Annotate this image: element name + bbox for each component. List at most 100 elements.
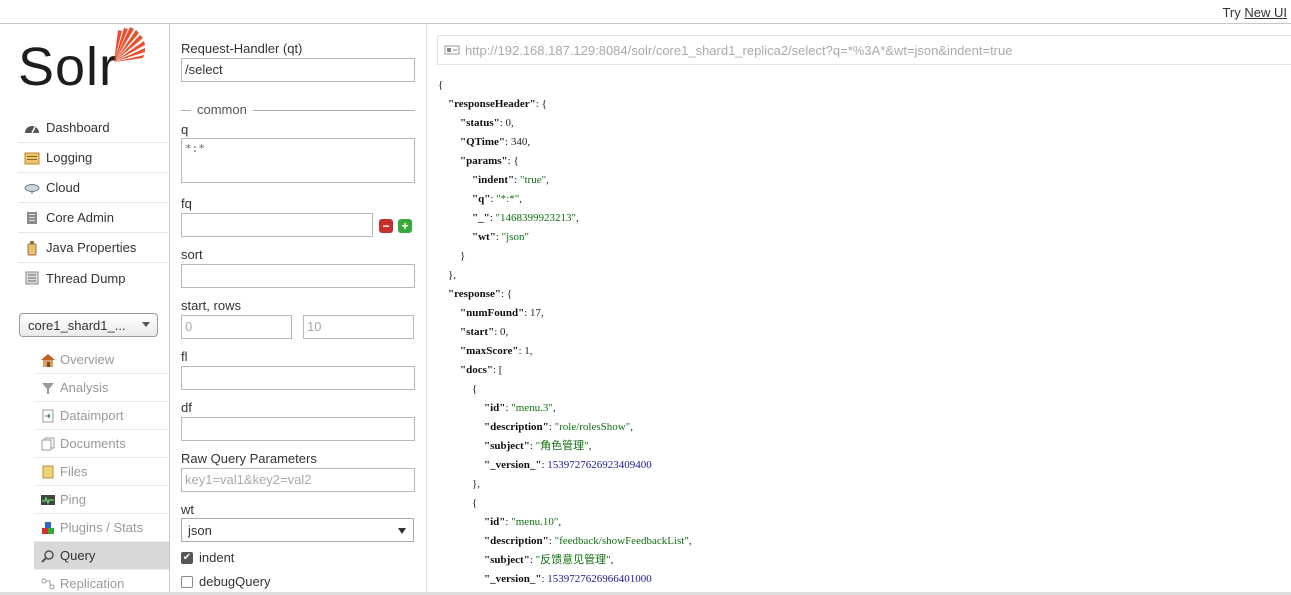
request-url-bar[interactable]: http://192.168.187.129:8084/solr/core1_s… [437, 35, 1291, 65]
nav-item-dashboard[interactable]: Dashboard [18, 113, 168, 143]
plugins-icon [40, 520, 56, 536]
nav-item-core-admin[interactable]: Core Admin [18, 203, 168, 233]
remove-fq-button[interactable]: − [379, 219, 393, 233]
nav-label: Cloud [46, 180, 80, 195]
dataimport-icon [40, 408, 56, 424]
left-sidebar: Solr Dashboard Logging Cloud Core Admin … [0, 24, 170, 595]
json-doc-subject: 反馈意见管理 [540, 554, 607, 566]
core-item-label: Files [60, 464, 88, 479]
nav-item-cloud[interactable]: Cloud [18, 173, 168, 203]
cloud-icon [23, 180, 41, 196]
wt-select-value: json [188, 523, 212, 538]
fq-input[interactable] [181, 213, 373, 237]
thread-dump-icon [23, 270, 41, 286]
add-fq-button[interactable]: + [398, 219, 412, 233]
core-item-dataimport[interactable]: Dataimport [34, 402, 169, 430]
core-item-query[interactable]: Query [34, 542, 169, 570]
solr-logo[interactable]: Solr [18, 24, 153, 97]
core-item-documents[interactable]: Documents [34, 430, 169, 458]
nav-label: Dashboard [46, 120, 110, 135]
json-doc-subject: 角色管理 [540, 440, 585, 452]
wt-select[interactable]: json [181, 518, 414, 542]
request-url: http://192.168.187.129:8084/solr/core1_s… [465, 42, 1013, 58]
core-item-plugins-stats[interactable]: Plugins / Stats [34, 514, 169, 542]
checkbox-unchecked-icon [181, 575, 193, 588]
result-panel: http://192.168.187.129:8084/solr/core1_s… [428, 24, 1291, 595]
sort-label: sort [181, 247, 203, 262]
fl-label: fl [181, 349, 188, 364]
rows-input[interactable]: 10 [303, 315, 414, 339]
core-item-files[interactable]: Files [34, 458, 169, 486]
json-start: 0 [500, 326, 506, 338]
try-prefix: Try [1222, 5, 1241, 20]
core-item-label: Ping [60, 492, 87, 507]
try-new-ui: Try New UI [1222, 5, 1287, 20]
nav-label: Java Properties [46, 240, 137, 255]
house-icon [40, 352, 56, 368]
core-item-label: Plugins / Stats [60, 520, 144, 535]
debug-query-label: debugQuery [199, 574, 271, 589]
q-label: q [181, 122, 189, 137]
new-ui-link[interactable]: New UI [1244, 5, 1287, 20]
json-param-q: *:* [500, 193, 515, 205]
json-doc-id: menu.3 [515, 402, 549, 414]
common-section-label: common [197, 102, 247, 117]
file-icon [40, 464, 56, 480]
start-rows-label: start, rows [181, 298, 241, 313]
nav-label: Thread Dump [46, 270, 126, 286]
plus-icon: + [401, 219, 409, 233]
chevron-down-icon [398, 528, 406, 534]
replication-icon [40, 576, 56, 592]
core-item-label: Query [60, 548, 96, 563]
nav-item-logging[interactable]: Logging [18, 143, 168, 173]
core-selector[interactable]: core1_shard1_... [19, 313, 158, 337]
indent-checkbox[interactable]: ✔ indent [181, 550, 234, 565]
raw-query-input[interactable]: key1=val1&key2=val2 [181, 468, 415, 492]
core-item-label: Analysis [60, 380, 109, 395]
core-menu: Overview Analysis Dataimport Documents F… [34, 346, 169, 595]
solr-sun-icon [114, 27, 145, 62]
core-item-label: Dataimport [60, 408, 124, 423]
core-item-ping[interactable]: Ping [34, 486, 169, 514]
df-input[interactable] [181, 417, 415, 441]
json-param-wt: json [506, 231, 525, 243]
json-numfound: 17 [530, 307, 541, 319]
nav-label: Core Admin [46, 210, 114, 225]
request-handler-label: Request-Handler (qt) [181, 41, 303, 56]
logging-icon [23, 150, 41, 166]
url-icon [444, 44, 460, 56]
core-item-label: Replication [60, 576, 125, 591]
nav-item-java-properties[interactable]: Java Properties [18, 233, 168, 263]
json-qtime: 340 [510, 136, 528, 148]
debug-query-checkbox[interactable]: debugQuery [181, 574, 271, 589]
request-handler-input[interactable]: /select [181, 58, 415, 82]
magnifier-icon [40, 548, 56, 564]
raw-query-label: Raw Query Parameters [181, 451, 317, 466]
ping-icon [40, 492, 56, 508]
indent-label: indent [199, 550, 235, 565]
logo-text: Solr [18, 37, 119, 97]
funnel-icon [40, 380, 56, 396]
core-selector-value: core1_shard1_... [28, 317, 126, 333]
core-item-overview[interactable]: Overview [34, 346, 169, 374]
dashboard-icon [23, 120, 41, 136]
nav-label: Logging [46, 150, 93, 165]
json-doc-id: menu.10 [515, 516, 554, 528]
nav-item-thread-dump[interactable]: Thread Dump [18, 263, 168, 293]
core-item-label: Documents [60, 436, 126, 451]
wt-label: wt [181, 502, 194, 517]
common-section-divider: common [181, 102, 415, 117]
sort-input[interactable] [181, 264, 415, 288]
q-textarea[interactable]: *:* [181, 138, 415, 183]
top-bar: Try New UI [0, 0, 1291, 24]
start-input[interactable]: 0 [181, 315, 292, 339]
core-item-label: Overview [60, 352, 115, 367]
json-param-indent: true [524, 174, 542, 186]
minus-icon: − [382, 219, 390, 233]
json-maxscore: 1 [524, 345, 530, 357]
core-item-analysis[interactable]: Analysis [34, 374, 169, 402]
fl-input[interactable] [181, 366, 415, 390]
json-status: 0 [505, 117, 512, 129]
json-doc-description: feedback/showFeedbackList [559, 535, 685, 547]
json-doc-version: 1539727626966401000 [547, 573, 652, 585]
